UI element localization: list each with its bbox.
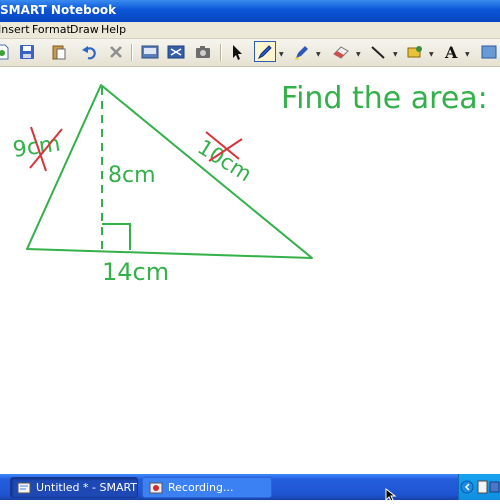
chevron-down-icon[interactable]: ▼ xyxy=(465,51,470,58)
tray-network-icon[interactable] xyxy=(489,481,500,493)
highlighter-icon[interactable] xyxy=(292,42,312,62)
svg-text:A: A xyxy=(444,43,458,61)
full-screen-icon[interactable] xyxy=(166,42,186,62)
paste-icon[interactable] xyxy=(49,42,69,62)
system-tray xyxy=(458,474,500,500)
fill-icon[interactable] xyxy=(405,42,425,62)
screen-shade-icon[interactable] xyxy=(140,42,160,62)
delete-icon[interactable] xyxy=(106,42,126,62)
task-smart-notebook[interactable]: Untitled * - SMART N... xyxy=(10,477,138,498)
window-title: SMART Notebook xyxy=(0,3,117,17)
select-icon[interactable] xyxy=(228,42,248,62)
chevron-down-icon[interactable]: ▼ xyxy=(356,51,361,58)
smart-notebook-icon xyxy=(17,482,31,493)
title-bar: SMART Notebook xyxy=(0,0,500,22)
pen-icon[interactable] xyxy=(254,41,276,62)
menu-draw[interactable]: Draw xyxy=(70,23,99,36)
triangle-shape xyxy=(26,84,313,259)
line-icon[interactable] xyxy=(368,42,388,62)
base-label: 14cm xyxy=(102,258,169,286)
tray-app-icon[interactable] xyxy=(477,480,488,494)
recorder-icon xyxy=(149,482,163,493)
left-side-label: 9cm xyxy=(11,132,62,163)
menu-format[interactable]: Format xyxy=(32,23,71,36)
chevron-down-icon[interactable]: ▼ xyxy=(279,51,284,58)
chevron-down-icon[interactable]: ▼ xyxy=(316,51,321,58)
task-label: Untitled * - SMART N... xyxy=(36,481,138,494)
whiteboard-canvas[interactable]: 8cm 14cm 9cm 10cm Find the area: xyxy=(0,67,500,472)
right-angle-marker xyxy=(102,223,131,250)
canvas-heading: Find the area: xyxy=(281,81,488,116)
text-icon[interactable]: A xyxy=(441,42,461,62)
menu-help[interactable]: Help xyxy=(101,23,126,36)
more-icon[interactable] xyxy=(479,42,499,62)
new-page-icon[interactable] xyxy=(0,42,12,62)
save-icon[interactable] xyxy=(17,42,37,62)
height-label: 8cm xyxy=(108,163,156,188)
menu-bar: Insert Format Draw Help xyxy=(0,22,500,39)
undo-icon[interactable] xyxy=(80,42,100,62)
eraser-icon[interactable] xyxy=(331,42,351,62)
chevron-down-icon[interactable]: ▼ xyxy=(429,51,434,58)
menu-insert[interactable]: Insert xyxy=(0,23,30,36)
toolbar: ▼ ▼ ▼ ▼ ▼ A ▼ xyxy=(0,39,500,67)
taskbar: Untitled * - SMART N... Recording... xyxy=(0,474,500,500)
chevron-down-icon[interactable]: ▼ xyxy=(393,51,398,58)
task-label: Recording... xyxy=(168,481,234,494)
task-recording[interactable]: Recording... xyxy=(142,477,272,498)
capture-icon[interactable] xyxy=(193,42,213,62)
right-side-label: 10cm xyxy=(193,135,256,186)
